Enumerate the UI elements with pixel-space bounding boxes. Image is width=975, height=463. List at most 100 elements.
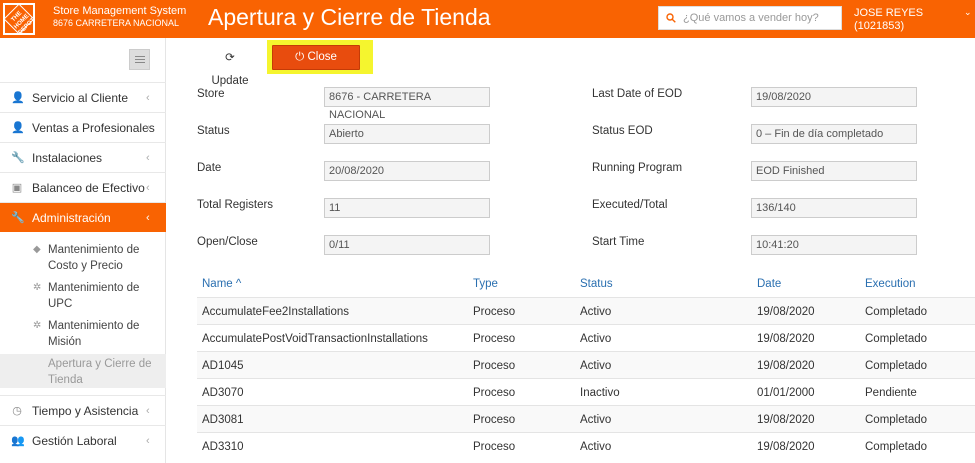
- open-close-label: Open/Close: [197, 236, 258, 248]
- cell-date: 19/08/2020: [757, 306, 815, 318]
- cell-type: Proceso: [473, 387, 516, 399]
- total-registers-field[interactable]: 11: [324, 198, 490, 218]
- update-button[interactable]: ⟳ Update: [197, 46, 263, 87]
- column-header-type[interactable]: Type: [473, 277, 498, 291]
- cell-date: 19/08/2020: [757, 360, 815, 372]
- open-close-field[interactable]: 0/11: [324, 235, 490, 255]
- cell-date: 19/08/2020: [757, 414, 815, 426]
- menu-toggle-button[interactable]: [129, 49, 150, 70]
- start-time-field[interactable]: 10:41:20: [751, 235, 917, 255]
- cell-type: Proceso: [473, 333, 516, 345]
- sidebar-item-tiempo-asistencia[interactable]: ◷ Tiempo y Asistencia ‹: [0, 395, 166, 425]
- start-time-label: Start Time: [592, 236, 645, 248]
- wrench-icon: 🔧: [11, 152, 25, 164]
- cell-execution: Completado: [865, 306, 928, 318]
- sidebar-item-instalaciones[interactable]: 🔧 Instalaciones ‹: [0, 142, 166, 172]
- table-row[interactable]: AD3081 Proceso Activo 19/08/2020 Complet…: [197, 405, 975, 432]
- executed-total-label: Executed/Total: [592, 199, 668, 211]
- gear-icon: ✲: [33, 320, 42, 331]
- column-header-date[interactable]: Date: [757, 277, 781, 291]
- sidebar-item-balanceo-efectivo[interactable]: ▣ Balanceo de Efectivo ‹: [0, 172, 166, 202]
- cell-type: Proceso: [473, 306, 516, 318]
- search-icon: [666, 13, 676, 23]
- date-label: Date: [197, 162, 222, 174]
- sidebar: 👤 Servicio al Cliente ‹ 👤 Ventas a Profe…: [0, 38, 166, 463]
- home-depot-logo[interactable]: THE HOME DEPOT: [3, 3, 36, 36]
- page-title: Apertura y Cierre de Tienda: [208, 4, 491, 30]
- sidebar-subitem-label: Mantenimiento de Misión: [48, 320, 140, 348]
- cell-date: 19/08/2020: [757, 333, 815, 345]
- hamburger-icon: [135, 56, 145, 57]
- close-store-button[interactable]: ⏻ Close Store: [272, 45, 360, 86]
- users-icon: 👥: [11, 435, 25, 447]
- cell-name: AccumulateFee2Installations: [202, 306, 350, 318]
- update-button-label: Update: [211, 75, 249, 87]
- last-date-eod-label: Last Date of EOD: [592, 88, 683, 100]
- sidebar-item-label: Servicio al Cliente: [32, 91, 129, 105]
- status-label: Status: [197, 125, 230, 137]
- cell-name: AD3070: [202, 387, 244, 399]
- sidebar-subitem-label: Mantenimiento de Costo y Precio: [48, 244, 140, 272]
- table-row[interactable]: AD3310 Proceso Activo 19/08/2020 Complet…: [197, 432, 975, 463]
- cell-type: Proceso: [473, 360, 516, 372]
- chevron-left-icon: ‹: [146, 435, 150, 447]
- search-box[interactable]: [658, 6, 842, 30]
- column-header-name[interactable]: Name ^: [202, 277, 241, 291]
- sidebar-item-ventas-profesionales[interactable]: 👤 Ventas a Profesionales ‹: [0, 112, 166, 142]
- wrench-icon: 🔧: [11, 212, 25, 224]
- column-header-execution[interactable]: Execution: [865, 277, 916, 291]
- executed-total-field[interactable]: 136/140: [751, 198, 917, 218]
- clock-icon: ◷: [12, 405, 22, 417]
- top-header: THE HOME DEPOT Store Management System 8…: [0, 0, 975, 38]
- sidebar-subitem-mision[interactable]: ✲ Mantenimiento de Misión: [0, 318, 166, 354]
- cell-type: Proceso: [473, 441, 516, 453]
- sidebar-subitem-costo-precio[interactable]: ◆ Mantenimiento de Costo y Precio: [0, 242, 166, 278]
- chevron-left-icon: ‹: [146, 405, 150, 417]
- cell-name: AD1045: [202, 360, 244, 372]
- table-row[interactable]: AccumulateFee2Installations Proceso Acti…: [197, 297, 975, 324]
- table-row[interactable]: AccumulatePostVoidTransactionInstallatio…: [197, 324, 975, 351]
- status-eod-field[interactable]: 0 – Fin de día completado: [751, 124, 917, 144]
- cell-status: Activo: [580, 441, 612, 453]
- tag-icon: ◆: [33, 244, 41, 255]
- cash-icon: ▣: [11, 182, 23, 194]
- cell-status: Activo: [580, 306, 612, 318]
- cell-execution: Completado: [865, 360, 928, 372]
- user-menu[interactable]: JOSE REYES (1021853): [854, 7, 975, 33]
- cell-type: Proceso: [473, 414, 516, 426]
- sidebar-item-administracion[interactable]: 🔧 Administración ‹: [0, 202, 166, 232]
- chevron-left-icon: ‹: [146, 182, 150, 194]
- cell-date: 01/01/2000: [757, 387, 815, 399]
- cell-status: Inactivo: [580, 387, 620, 399]
- user-icon: 👤: [11, 122, 25, 134]
- cell-execution: Completado: [865, 333, 928, 345]
- sidebar-subitem-apertura-cierre[interactable]: Apertura y Cierre de Tienda: [0, 354, 166, 388]
- running-program-field[interactable]: EOD Finished: [751, 161, 917, 181]
- gear-icon: ✲: [33, 282, 42, 293]
- power-icon: ⏻: [295, 51, 305, 63]
- sidebar-subitem-upc[interactable]: ✲ Mantenimiento de UPC: [0, 280, 166, 316]
- hamburger-icon-line: [135, 62, 145, 63]
- running-program-label: Running Program: [592, 162, 683, 174]
- sidebar-item-label: Gestión Laboral: [32, 434, 117, 448]
- cell-execution: Completado: [865, 441, 928, 453]
- chevron-left-icon: ‹: [146, 122, 150, 134]
- refresh-icon: ⟳: [225, 52, 235, 64]
- sidebar-item-servicio-cliente[interactable]: 👤 Servicio al Cliente ‹: [0, 82, 166, 112]
- search-input[interactable]: [683, 10, 839, 26]
- user-icon: 👤: [11, 92, 25, 104]
- table-row[interactable]: AD1045 Proceso Activo 19/08/2020 Complet…: [197, 351, 975, 378]
- hamburger-icon-line: [135, 59, 145, 60]
- last-date-eod-field[interactable]: 19/08/2020: [751, 87, 917, 107]
- cell-name: AD3081: [202, 414, 244, 426]
- sidebar-item-label: Balanceo de Efectivo: [32, 181, 145, 195]
- store-label: Store: [197, 88, 225, 100]
- status-field[interactable]: Abierto: [324, 124, 490, 144]
- sidebar-item-label: Instalaciones: [32, 151, 103, 165]
- sidebar-item-gestion-laboral[interactable]: 👥 Gestión Laboral ‹: [0, 425, 166, 455]
- chevron-down-icon[interactable]: ⌄: [964, 7, 972, 18]
- table-row[interactable]: AD3070 Proceso Inactivo 01/01/2000 Pendi…: [197, 378, 975, 405]
- date-field[interactable]: 20/08/2020: [324, 161, 490, 181]
- column-header-status[interactable]: Status: [580, 277, 613, 291]
- store-field[interactable]: 8676 - CARRETERA NACIONAL: [324, 87, 490, 121]
